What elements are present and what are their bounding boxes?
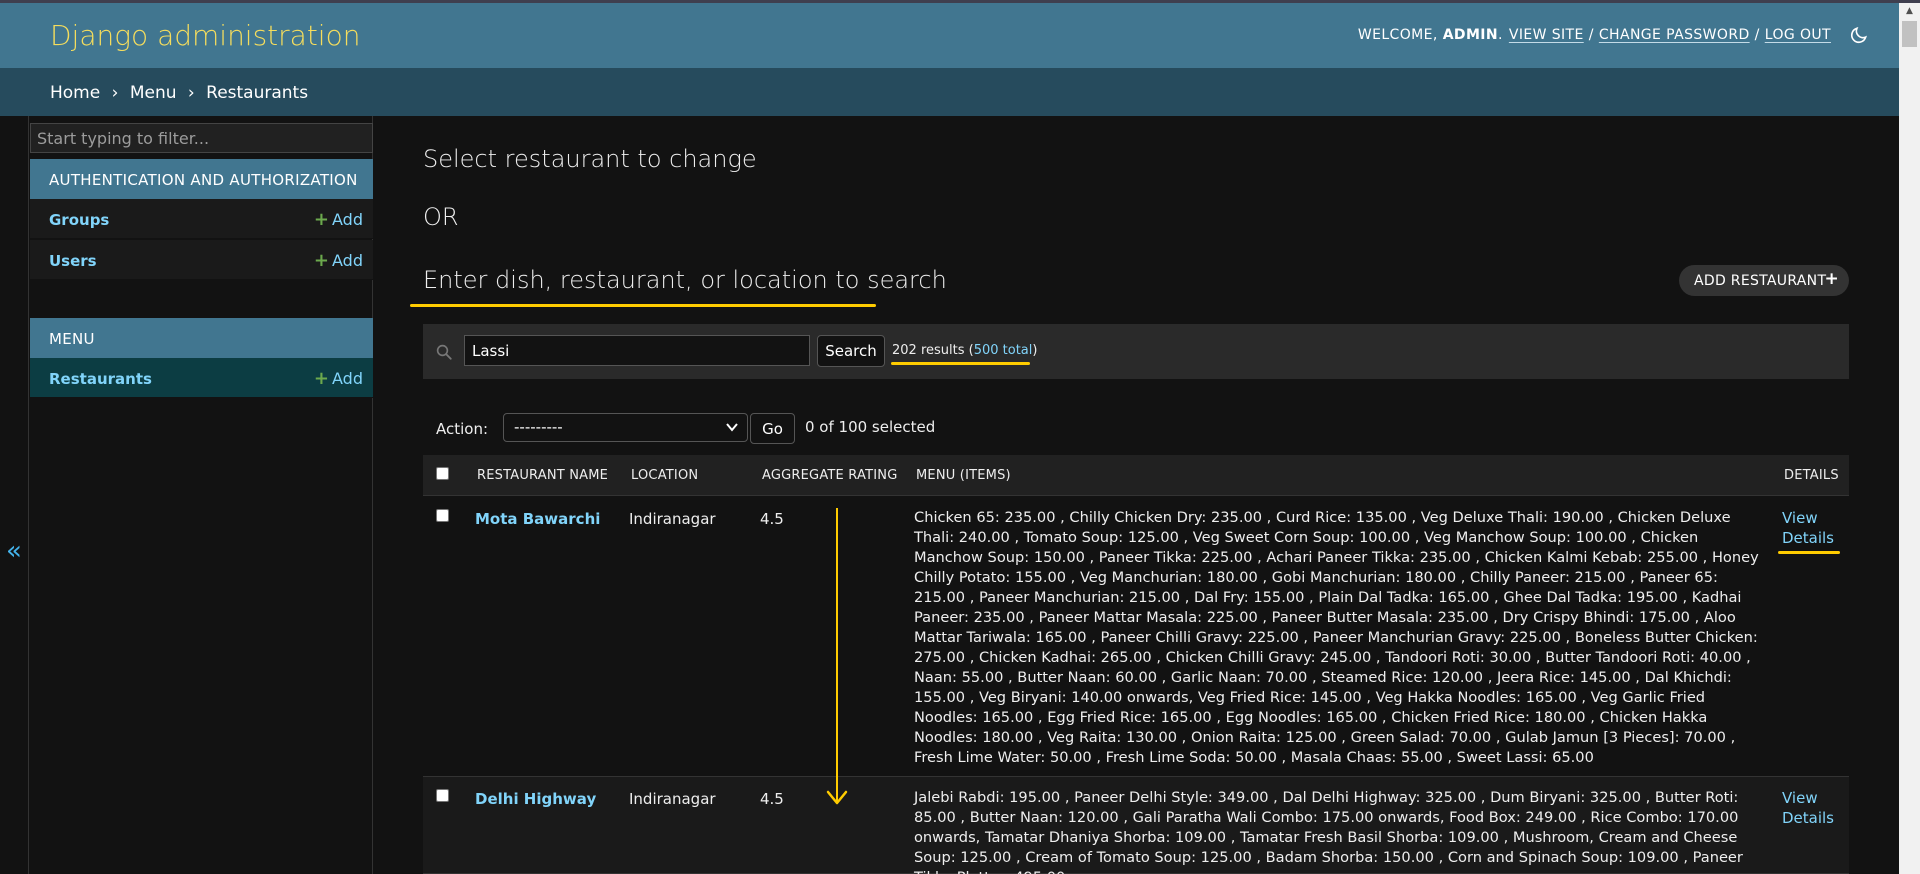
collapse-sidebar-icon[interactable]: « [6, 538, 22, 564]
location-cell: Indiranagar [629, 790, 716, 808]
view-details-link[interactable]: View Details [1782, 508, 1842, 548]
row-checkbox[interactable] [436, 509, 449, 522]
action-label: Action: [436, 420, 489, 438]
log-out-link[interactable]: LOG OUT [1765, 27, 1831, 43]
result-count: 202 results (500 total) [892, 343, 1038, 358]
column-header-aggregate-rating[interactable]: AGGREGATE RATING [762, 468, 897, 483]
or-text: OR [423, 203, 459, 231]
breadcrumb-separator: › [111, 83, 119, 103]
breadcrumb-home[interactable]: Home [50, 83, 100, 103]
app-caption-auth[interactable]: AUTHENTICATION AND AUTHORIZATION [30, 159, 373, 199]
plus-icon: + [1824, 269, 1839, 289]
breadcrumb-separator: › [187, 83, 195, 103]
highlight-underline [891, 362, 1030, 365]
welcome-text: WELCOME, [1357, 27, 1438, 43]
column-header-details: DETAILS [1784, 468, 1839, 483]
menu-items-cell: Jalebi Rabdi: 195.00 , Paneer Delhi Styl… [914, 789, 1743, 874]
actions-bar: Action: --------- Go 0 of 100 selected [423, 411, 1849, 445]
scroll-up-arrow-icon[interactable]: ▲ [1899, 3, 1920, 20]
rating-cell: 4.5 [760, 790, 784, 808]
scrollbar-thumb[interactable] [1902, 21, 1917, 47]
view-site-link[interactable]: VIEW SITE [1509, 27, 1584, 43]
sidebar-item-label[interactable]: Groups [49, 211, 109, 229]
page-title: Select restaurant to change [423, 145, 757, 173]
breadcrumb: Home › Menu › Restaurants [0, 68, 1899, 116]
search-button[interactable]: Search [817, 335, 885, 367]
search-toolbar: Search 202 results (500 total) [423, 324, 1849, 379]
add-restaurants-link[interactable]: + Add [314, 368, 363, 389]
highlight-underline [1778, 551, 1840, 554]
location-cell: Indiranagar [629, 510, 716, 528]
column-header-location[interactable]: LOCATION [631, 468, 698, 483]
sidebar-item-groups[interactable]: Groups + Add [30, 199, 373, 239]
total-results-link[interactable]: 500 total [974, 343, 1033, 358]
search-input[interactable] [464, 335, 810, 366]
sidebar-gutter [0, 116, 28, 874]
select-all-checkbox[interactable] [436, 467, 449, 480]
page-scrollbar[interactable] [1899, 3, 1920, 874]
chevron-down-icon [726, 423, 738, 432]
nav-filter-input[interactable] [30, 123, 373, 153]
annotation-arrow-line [836, 508, 838, 802]
menu-items-cell: Chicken 65: 235.00 , Chilly Chicken Dry:… [914, 509, 1759, 766]
plus-icon: + [313, 209, 330, 230]
header: Django administration WELCOME, ADMIN. VI… [0, 3, 1899, 68]
action-select[interactable]: --------- [503, 413, 748, 442]
separator: / [1754, 27, 1760, 43]
moon-icon[interactable] [1849, 25, 1869, 45]
sidebar-item-label[interactable]: Users [49, 252, 97, 270]
add-restaurant-button[interactable]: ADD RESTAURANT + [1679, 265, 1849, 296]
sidebar-item-label[interactable]: Restaurants [49, 370, 152, 388]
search-hint-heading: Enter dish, restaurant, or location to s… [423, 266, 947, 294]
rating-cell: 4.5 [760, 510, 784, 528]
username: ADMIN [1442, 27, 1499, 43]
view-details-link[interactable]: View Details [1782, 788, 1842, 828]
add-users-link[interactable]: + Add [314, 250, 363, 271]
table-row: Delhi Highway Indiranagar 4.5 Jalebi Rab… [423, 777, 1849, 874]
table-row: Mota Bawarchi Indiranagar 4.5 Chicken 65… [423, 497, 1849, 777]
change-password-link[interactable]: CHANGE PASSWORD [1599, 27, 1750, 43]
arrow-down-icon [826, 790, 848, 805]
table-header: RESTAURANT NAME LOCATION AGGREGATE RATIN… [423, 455, 1849, 496]
column-header-menu-items[interactable]: MENU (ITEMS) [916, 468, 1011, 483]
search-icon [436, 344, 452, 360]
plus-icon: + [313, 368, 330, 389]
column-header-restaurant-name[interactable]: RESTAURANT NAME [477, 468, 608, 483]
restaurant-name-link[interactable]: Mota Bawarchi [475, 510, 600, 528]
selected-count: 0 of 100 selected [805, 418, 936, 436]
separator: / [1588, 27, 1594, 43]
go-button[interactable]: Go [750, 413, 795, 444]
nav-sidebar: AUTHENTICATION AND AUTHORIZATION Groups … [28, 116, 373, 874]
highlight-underline [410, 304, 876, 307]
user-tools: WELCOME, ADMIN. VIEW SITE / CHANGE PASSW… [1358, 25, 1869, 45]
breadcrumb-app[interactable]: Menu [130, 83, 177, 103]
breadcrumb-current: Restaurants [206, 83, 309, 103]
sidebar-item-users[interactable]: Users + Add [30, 240, 373, 280]
plus-icon: + [313, 250, 330, 271]
site-name-link[interactable]: Django administration [50, 19, 360, 52]
add-groups-link[interactable]: + Add [314, 209, 363, 230]
sidebar-item-restaurants[interactable]: Restaurants + Add [30, 358, 373, 398]
row-checkbox[interactable] [436, 789, 449, 802]
app-caption-menu[interactable]: MENU [30, 318, 373, 358]
restaurant-name-link[interactable]: Delhi Highway [475, 790, 596, 808]
